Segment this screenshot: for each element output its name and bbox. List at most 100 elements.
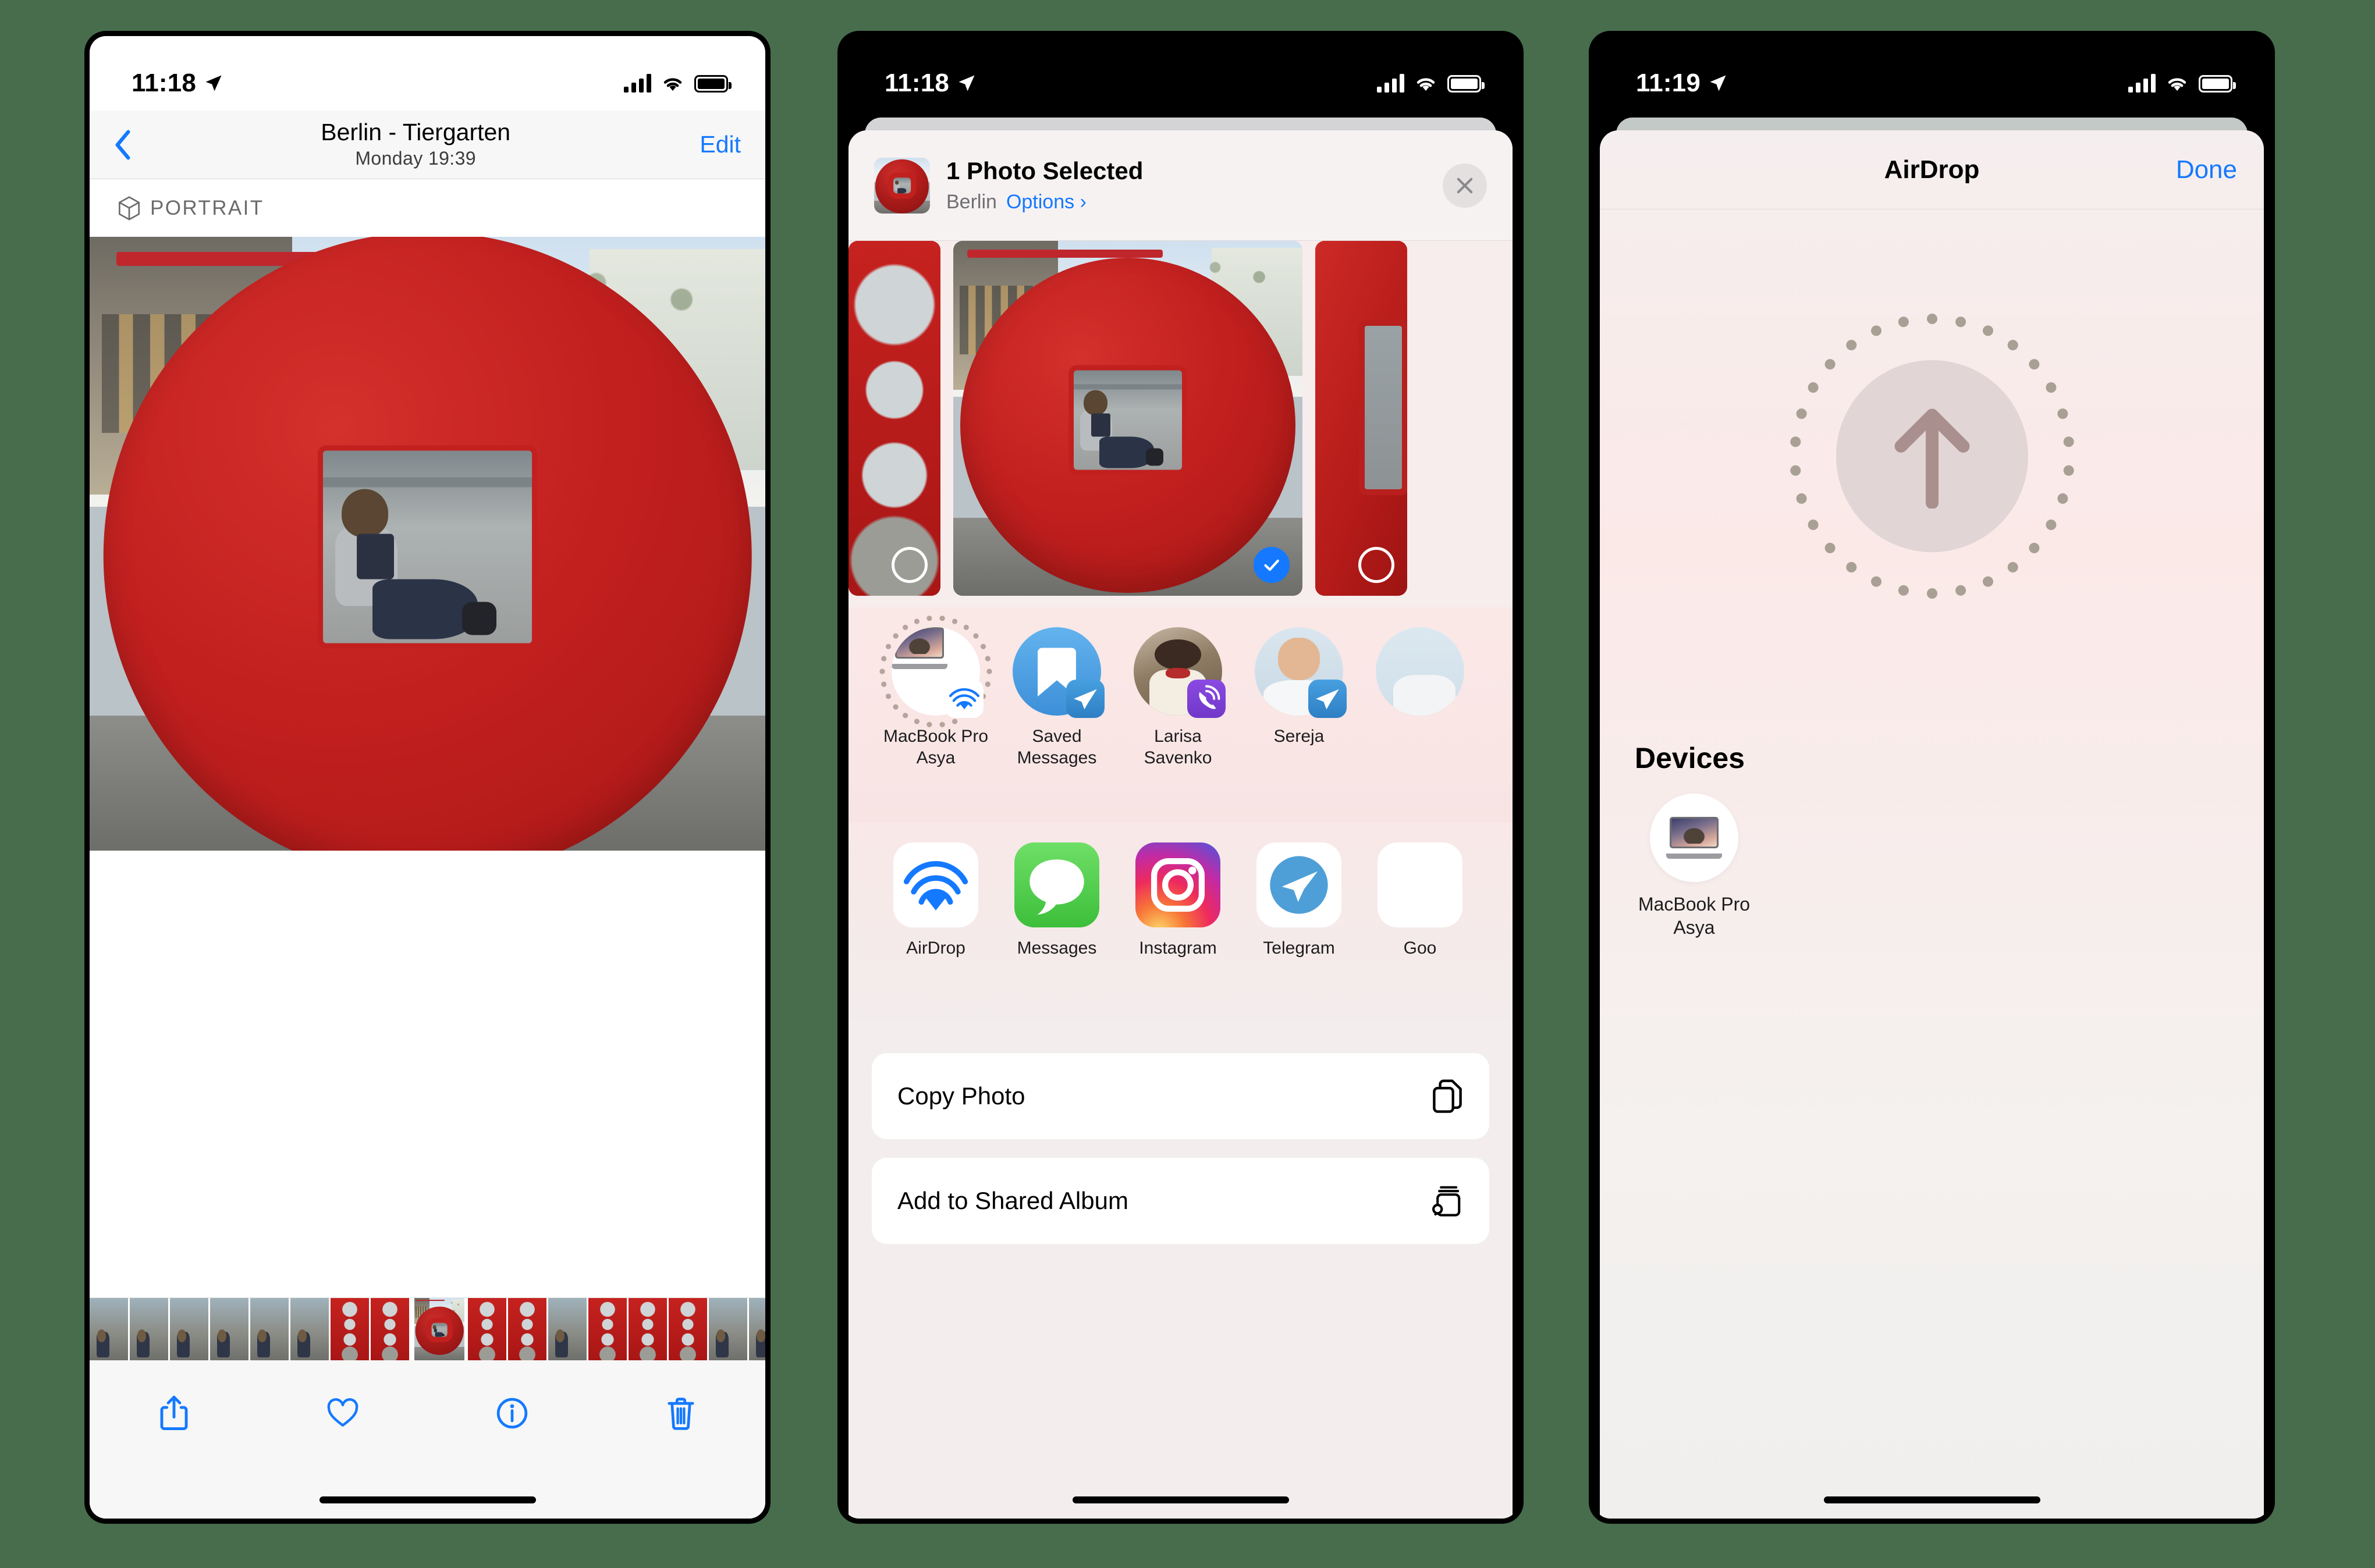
contact-suggestion[interactable]: Saved Messages xyxy=(996,627,1117,808)
thumbnail-item[interactable] xyxy=(414,1298,464,1360)
thumbnail-item[interactable] xyxy=(130,1298,168,1360)
thumbnail-item[interactable] xyxy=(250,1298,289,1360)
thumbnail-item[interactable] xyxy=(170,1298,208,1360)
action-row-add-to-shared-album[interactable]: Add to Shared Album xyxy=(872,1158,1489,1244)
contact-suggestion[interactable]: Sereja xyxy=(1238,627,1359,808)
carousel-item-selected[interactable] xyxy=(953,241,1302,596)
device-macbook-pro-asya[interactable]: MacBook Pro Asya xyxy=(1630,794,1758,939)
thumbnail-item[interactable] xyxy=(90,1298,128,1360)
device-label: MacBook Pro Asya xyxy=(1630,893,1758,939)
thumbnail-item[interactable] xyxy=(548,1298,587,1360)
macbook-pro-avatar xyxy=(1650,794,1738,882)
thumbnail-item[interactable] xyxy=(588,1298,627,1360)
heart-icon[interactable] xyxy=(327,1395,358,1431)
status-bar-right xyxy=(2128,74,2236,93)
thumbnail-item[interactable] xyxy=(669,1298,707,1360)
contact-label: Larisa Savenko xyxy=(1117,726,1238,769)
share-apps-row[interactable]: AirDrop Messages Instagram Telegram Goo xyxy=(849,823,1513,1021)
cube-icon xyxy=(119,196,140,221)
share-app-airdrop[interactable]: AirDrop xyxy=(875,842,996,1005)
contact-suggestion[interactable]: MacBook Pro Asya xyxy=(875,616,996,808)
thumbnail-item[interactable] xyxy=(210,1298,248,1360)
portrait-badge[interactable]: PORTRAIT xyxy=(90,180,765,237)
airdrop-icon xyxy=(893,842,978,927)
action-label: Copy Photo xyxy=(897,1082,1025,1110)
status-bar: 11:18 xyxy=(90,36,765,111)
contact-label: Saved Messages xyxy=(996,726,1117,769)
options-button[interactable]: Options › xyxy=(1006,191,1087,214)
options-label: Options xyxy=(1006,191,1075,213)
arrow-up-icon xyxy=(1894,408,1969,509)
photo-carousel[interactable] xyxy=(849,241,1513,607)
unselected-circle-icon[interactable] xyxy=(1358,547,1394,583)
battery-icon xyxy=(1447,75,1485,93)
contact-avatar-wrap xyxy=(1376,627,1464,716)
selection-count-label: 1 Photo Selected xyxy=(946,157,1144,184)
contact-label-line2: Savenko xyxy=(1144,748,1212,767)
photo-thumbnail-strip[interactable] xyxy=(90,1297,765,1360)
share-app-instagram[interactable]: Instagram xyxy=(1117,842,1238,1005)
thumbnail-item[interactable] xyxy=(290,1298,329,1360)
status-bar-left: 11:18 xyxy=(885,69,977,98)
phone-2-share-sheet: 11:18 1 Photo Selected Berlin Options › … xyxy=(839,33,1522,1522)
info-circle-icon[interactable] xyxy=(496,1395,528,1431)
app-label: Messages xyxy=(1017,938,1097,958)
carousel-item[interactable] xyxy=(1315,241,1407,596)
action-row-copy-photo[interactable]: Copy Photo xyxy=(872,1053,1489,1139)
photo-location-label: Berlin xyxy=(946,191,997,213)
thumbnail-item[interactable] xyxy=(371,1298,409,1360)
share-sheet-header: 1 Photo Selected Berlin Options › xyxy=(849,130,1513,241)
airdrop-badge-icon xyxy=(945,680,984,718)
thumbnail-item[interactable] xyxy=(508,1298,546,1360)
cellular-bars-icon xyxy=(2128,74,2156,93)
selected-check-icon[interactable] xyxy=(1254,547,1290,583)
share-app-google[interactable]: Goo xyxy=(1359,842,1481,1005)
page-title: Berlin - Tiergarten xyxy=(321,118,511,145)
telegram-badge-icon xyxy=(1308,680,1347,718)
instagram-icon xyxy=(1135,842,1220,927)
share-app-messages[interactable]: Messages xyxy=(996,842,1117,1005)
trash-icon[interactable] xyxy=(665,1395,697,1431)
device-label-line2: Asya xyxy=(1673,917,1715,938)
airdrop-header: AirDrop Done xyxy=(1600,130,2264,209)
main-photo[interactable] xyxy=(90,237,765,851)
location-arrow-icon xyxy=(205,75,222,91)
selected-photo-thumbnail[interactable] xyxy=(874,157,930,214)
status-bar: 11:19 xyxy=(1594,36,2270,111)
contact-suggestion[interactable]: Larisa Savenko xyxy=(1117,627,1238,808)
status-bar-left: 11:18 xyxy=(132,69,224,98)
edit-button[interactable]: Edit xyxy=(700,131,741,158)
contact-suggestion[interactable] xyxy=(1359,627,1481,808)
google-icon xyxy=(1378,842,1462,927)
close-button[interactable] xyxy=(1443,163,1487,208)
status-bar: 11:18 xyxy=(843,36,1518,111)
suggested-contacts-row[interactable]: MacBook Pro Asya Saved Messages Larisa Savenk… xyxy=(849,607,1513,823)
airdrop-sheet: AirDrop Done Devices MacBook Pro Asya xyxy=(1600,130,2264,1519)
contact-label-line1: Saved xyxy=(1032,727,1082,746)
status-time: 11:18 xyxy=(885,69,950,97)
battery-icon xyxy=(694,75,732,93)
app-label: Goo xyxy=(1403,938,1437,958)
thumbnail-item[interactable] xyxy=(331,1298,369,1360)
telegram-icon xyxy=(1256,842,1341,927)
laptop-icon xyxy=(1666,817,1722,859)
thumbnail-item[interactable] xyxy=(749,1298,765,1360)
thumbnail-item[interactable] xyxy=(629,1298,667,1360)
devices-heading: Devices xyxy=(1635,742,1745,774)
contact-avatar-wrap xyxy=(1134,627,1226,718)
share-icon[interactable] xyxy=(158,1395,190,1431)
home-indicator xyxy=(1072,1496,1289,1503)
share-app-telegram[interactable]: Telegram xyxy=(1238,842,1359,1005)
contact-photo-avatar xyxy=(1376,627,1464,716)
unselected-circle-icon[interactable] xyxy=(892,547,928,583)
share-sheet-subtitle: Berlin Options › xyxy=(946,191,1443,214)
done-button[interactable]: Done xyxy=(2176,155,2237,184)
status-time: 11:19 xyxy=(1636,69,1701,97)
contact-avatar-wrap xyxy=(1013,627,1105,718)
share-sheet: 1 Photo Selected Berlin Options › MacBoo… xyxy=(849,130,1513,1519)
airdrop-radar xyxy=(1781,305,2083,607)
thumbnail-item[interactable] xyxy=(468,1298,506,1360)
carousel-item[interactable] xyxy=(849,241,940,596)
thumbnail-item[interactable] xyxy=(709,1298,747,1360)
chevron-left-icon[interactable] xyxy=(114,130,132,160)
